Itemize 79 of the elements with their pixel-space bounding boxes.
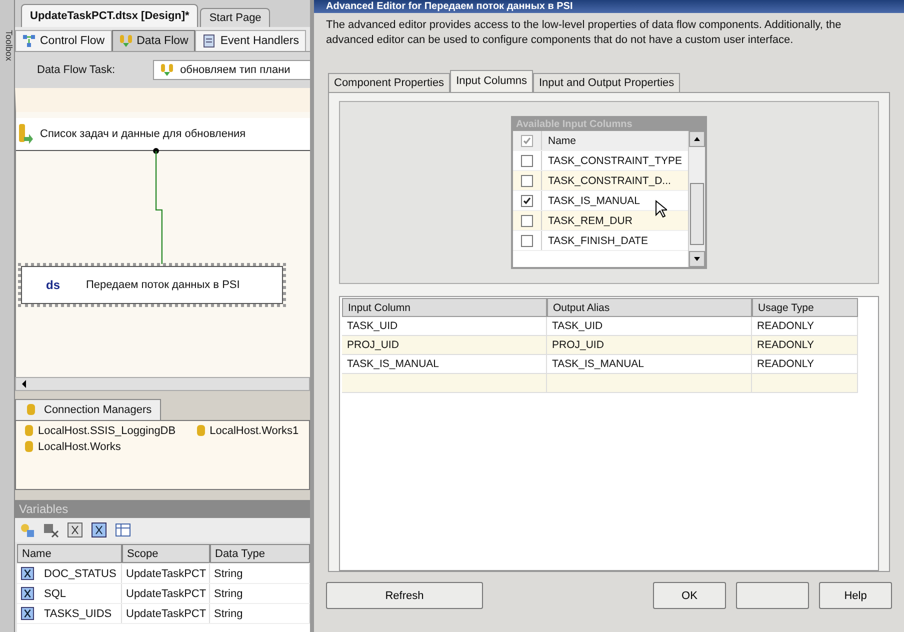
property-tab[interactable]: Input and Output Properties [533,73,680,92]
designer-tab[interactable]: Event Handlers [195,30,306,51]
column-header[interactable]: Data Type [210,544,310,563]
document-icon [202,34,216,48]
toolbox-tab[interactable]: Toolbox [0,0,15,632]
select-all-checkbox[interactable] [521,134,533,146]
horizontal-scrollbar[interactable] [15,377,310,391]
connection-item[interactable]: LocalHost.Works1 [194,424,299,438]
component-label: Список задач и данные для обновления [40,128,246,140]
column-header[interactable]: Scope [122,544,210,563]
cell-text: SQL [44,588,66,600]
cell-text: String [214,588,243,600]
component-label: Передаем поток данных в PSI [86,279,240,291]
cell-text: UpdateTaskPCT [126,588,206,600]
column-checkbox[interactable] [521,234,533,246]
connection-item[interactable]: LocalHost.SSIS_LoggingDB [22,424,176,438]
dialog-button[interactable]: Refresh [326,582,483,609]
up-arrow-icon[interactable] [693,135,701,143]
component-type-label: ds [46,278,60,292]
dialog-button[interactable]: OK [653,582,726,609]
column-checkbox[interactable] [521,174,533,186]
description-text: The advanced editor provides access to the low-level properties of data flow components. Additionally, the advanced editor can be used to configure components that do not have a custom user interface. [325,18,842,48]
table-cell-text: TASK_REM_DUR [547,214,632,228]
mouse-cursor-icon [655,200,667,218]
grid-icon[interactable] [115,522,131,538]
cell-text: String [214,608,243,620]
variable-icon [21,567,34,580]
table-cell[interactable]: READONLY [752,336,858,355]
database-icon [160,63,174,77]
cell-text: TASKS_UIDS [44,608,112,620]
table-cell-text: TASK_CONSTRAINT_D... [547,174,671,188]
dialog-title: Advanced Editor for Передаем поток данных в PSI [326,0,573,12]
table-cell-text: TASK_IS_MANUAL [547,194,640,208]
database-icon [22,440,36,454]
database-icon [118,34,133,48]
document-tab[interactable]: UpdateTaskPCT.dtsx [Design]* [21,4,198,27]
variable-icon [21,607,34,620]
add-variable-icon[interactable] [19,522,35,538]
data-flow-task-dropdown[interactable]: обновляем тип плани [153,60,310,80]
dialog-button[interactable]: Help [819,582,892,609]
variable-icon[interactable] [91,522,107,538]
column-header[interactable]: Output Alias [547,298,752,317]
column-checkbox[interactable] [521,154,533,166]
designer-tab[interactable]: Data Flow [112,30,196,51]
cell-text: UpdateTaskPCT [126,568,206,580]
variable-icon[interactable] [67,522,83,538]
flow-icon [22,34,36,48]
field-label: Data Flow Task: [37,64,116,76]
source-component[interactable]: Список задач и данные для обновления [16,118,310,151]
table-cell[interactable]: PROJ_UID [342,336,547,355]
database-icon [24,403,38,417]
connection-item[interactable]: LocalHost.Works [22,440,121,454]
source-icon [18,123,34,145]
document-tab[interactable]: Start Page [200,8,270,27]
column-header[interactable]: Input Column [342,298,547,317]
delete-variable-icon[interactable] [43,522,59,538]
vertical-scrollbar[interactable] [688,131,705,267]
variable-icon [21,587,34,600]
cell-text: String [214,568,243,580]
column-header[interactable]: Usage Type [752,298,858,317]
cell-text: DOC_STATUS [44,568,116,580]
database-icon [22,424,36,438]
panel-title: Variables [15,500,310,518]
designer-tab[interactable]: Control Flow [15,30,112,51]
cell-text: UpdateTaskPCT [126,608,206,620]
destination-component[interactable]: ds Передаем поток данных в PSI [21,266,283,304]
connection-managers-tab[interactable]: Connection Managers [15,399,161,420]
property-tab[interactable]: Component Properties [328,73,450,92]
column-checkbox[interactable] [521,194,533,206]
column-header[interactable]: Name [17,544,122,563]
unlabeled-button[interactable] [736,582,809,609]
column-header[interactable]: Name [542,131,576,150]
table-cell[interactable]: PROJ_UID [547,336,752,355]
property-tab[interactable]: Input Columns [450,70,533,92]
table-cell-text: TASK_FINISH_DATE [547,234,648,248]
column-checkbox[interactable] [521,214,533,226]
data-path-arrow[interactable] [152,148,164,266]
table-cell-text: TASK_CONSTRAINT_TYPE [547,154,682,168]
down-arrow-icon[interactable] [693,255,701,263]
